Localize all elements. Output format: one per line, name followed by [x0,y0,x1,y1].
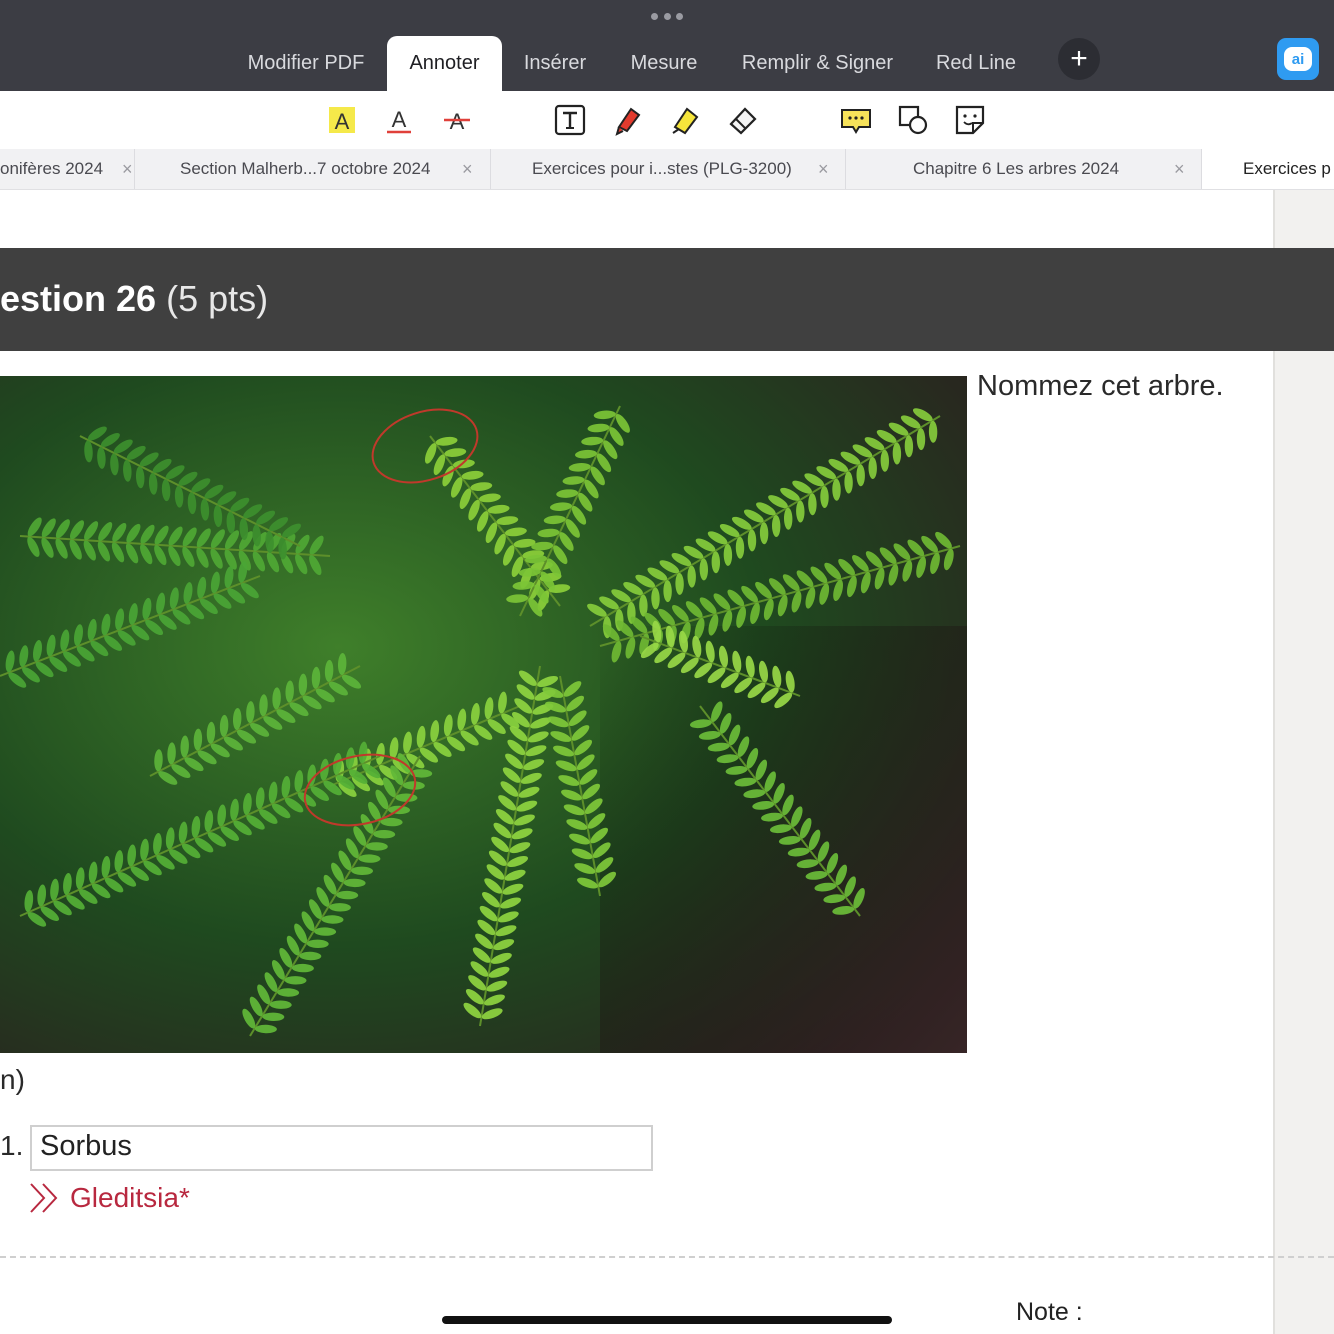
tab-inserer[interactable]: Insérer [506,36,604,91]
text-fragment: n) [0,1064,25,1095]
ai-icon: ai [1284,47,1312,71]
answer-field[interactable]: Sorbus [30,1125,653,1171]
document-tabs: onifères 2024 × Section Malherb...7 octo… [0,149,1334,190]
ai-assistant-button[interactable]: ai [1277,38,1319,80]
document-tab-exercices-plg[interactable]: Exercices pour i...stes (PLG-3200) × [491,149,846,189]
document-tab-label: Chapitre 6 Les arbres 2024 [913,159,1120,178]
top-toolbar: Modifier PDF Annoter Insérer Mesure Remp… [0,0,1334,91]
highlighter-icon[interactable] [669,103,703,137]
tab-modifier-pdf[interactable]: Modifier PDF [227,36,385,91]
answer-number: 1. [0,1130,24,1161]
tab-red-line[interactable]: Red Line [920,36,1032,91]
eraser-icon[interactable] [726,103,760,137]
annotate-toolbar: A A A [0,91,1334,149]
question-points: (5 pts) [166,278,269,319]
double-chevron-right-icon [30,1183,58,1213]
svg-text:A: A [392,107,407,132]
tab-mesure[interactable]: Mesure [612,36,716,91]
pen-icon[interactable] [611,103,645,137]
svg-text:A: A [335,109,350,134]
text-underline-icon[interactable]: A [382,103,416,137]
add-tab-button[interactable]: + [1058,38,1100,80]
text-box-icon[interactable] [553,103,587,137]
leaf-illustration [0,376,967,1053]
svg-text:A: A [450,109,465,134]
document-tab-label: onifères 2024 [0,159,104,178]
comment-icon[interactable] [839,103,873,137]
close-icon[interactable]: × [818,159,829,180]
text-strikethrough-icon[interactable]: A [440,103,474,137]
document-tab-exercices-current[interactable]: Exercices p [1202,149,1334,189]
document-tab-coniferes[interactable]: onifères 2024 × [0,149,135,189]
question-number: estion 26 [0,278,157,319]
document-tab-section-malherbe[interactable]: Section Malherb...7 octobre 2024 × [135,149,491,189]
document-tab-label: Exercices pour i...stes (PLG-3200) [532,159,792,178]
correct-answer: Gleditsia* [28,1178,190,1218]
close-icon[interactable]: × [122,159,133,180]
close-icon[interactable]: × [1174,159,1185,180]
document-tab-label: Exercices p [1243,159,1331,178]
tab-annoter[interactable]: Annoter [387,36,502,91]
document-tab-chapitre-6[interactable]: Chapitre 6 Les arbres 2024 × [846,149,1202,189]
divider [0,1256,1334,1258]
page-gutter [1273,190,1334,1334]
close-icon[interactable]: × [462,159,473,180]
more-dots-icon[interactable] [651,11,683,21]
tree-leaf-photo [0,376,967,1053]
question-prompt: Nommez cet arbre. [977,370,1224,402]
text-highlight-icon[interactable]: A [325,103,359,137]
correct-answer-text: Gleditsia* [70,1182,190,1213]
question-title: estion 26 (5 pts) [0,278,268,320]
note-label: Note : [1016,1298,1083,1326]
sticker-icon[interactable] [953,103,987,137]
home-indicator[interactable] [442,1316,892,1324]
shapes-icon[interactable] [896,103,930,137]
document-tab-label: Section Malherb...7 octobre 2024 [180,159,431,178]
plus-icon: + [1070,42,1088,75]
tab-remplir-signer[interactable]: Remplir & Signer [724,36,911,91]
